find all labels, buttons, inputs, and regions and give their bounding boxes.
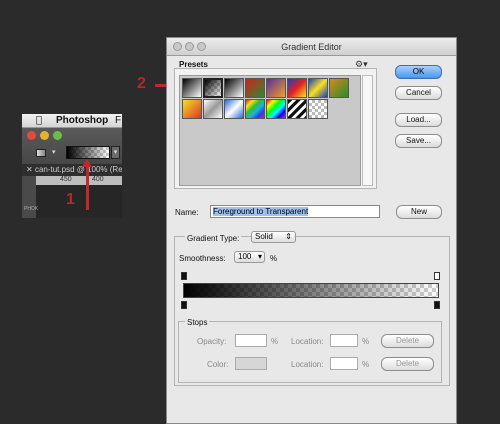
presets-label: Presets xyxy=(179,60,208,69)
preset-copper[interactable] xyxy=(224,99,244,119)
preset-blue-red-yellow[interactable] xyxy=(287,78,307,98)
preset-transparent-rainbow[interactable] xyxy=(287,99,307,119)
zoom-window-button[interactable] xyxy=(53,131,62,140)
annotation-2: 2 xyxy=(137,75,146,92)
gradient-picker-dropdown-icon[interactable]: ▾ xyxy=(111,146,120,159)
tool-preset-dropdown-icon[interactable]: ▾ xyxy=(52,148,56,156)
document-tab-title: can-tut.psd @ 100% (Rect xyxy=(34,165,122,174)
preset-yellow-violet[interactable] xyxy=(182,99,202,119)
stops-panel xyxy=(178,321,442,383)
smoothness-value: 100 xyxy=(238,252,252,261)
select-arrows-icon: ⇕ xyxy=(285,232,292,241)
load-button[interactable]: Load... xyxy=(395,113,442,127)
stops-label: Stops xyxy=(185,318,210,327)
presets-scrollbar[interactable] xyxy=(362,75,373,186)
color-location-unit: % xyxy=(362,360,370,369)
close-window-button[interactable] xyxy=(27,131,36,140)
ok-button[interactable]: OK xyxy=(395,65,442,79)
preset-orange-yellow-orange[interactable] xyxy=(329,78,349,98)
dialog-titlebar: Gradient Editor xyxy=(167,38,456,56)
tools-panel: PHOK xyxy=(22,176,39,218)
opacity-field[interactable] xyxy=(235,334,267,347)
preset-spectrum[interactable] xyxy=(266,99,286,119)
gear-icon[interactable]: ⚙▾ xyxy=(355,60,368,70)
preset-red-green[interactable] xyxy=(245,78,265,98)
opacity-location-unit: % xyxy=(362,337,370,346)
opacity-unit: % xyxy=(271,337,279,346)
color-stop-right[interactable] xyxy=(434,301,440,309)
color-location-label: Location: xyxy=(291,360,324,369)
save-button[interactable]: Save... xyxy=(395,134,442,148)
preset-chrome[interactable] xyxy=(245,99,265,119)
color-stop-left[interactable] xyxy=(181,301,187,309)
opacity-location-field[interactable] xyxy=(330,334,358,347)
dialog-zoom-button[interactable] xyxy=(197,42,206,51)
opacity-location-label: Location: xyxy=(291,337,324,346)
smoothness-label: Smoothness: xyxy=(179,254,226,263)
new-button[interactable]: New xyxy=(396,205,442,219)
chevron-down-icon: ▾ xyxy=(257,252,262,261)
name-field[interactable]: Foreground to Transparent xyxy=(210,205,380,218)
app-menu[interactable]: Photoshop xyxy=(56,115,108,126)
horizontal-ruler: 450 400 xyxy=(36,176,122,185)
menu-bar:  Photoshop F xyxy=(22,114,122,128)
delete-color-stop-button[interactable]: Delete xyxy=(381,357,434,371)
gradient-type-label: Gradient Type: xyxy=(185,234,242,243)
file-menu[interactable]: F xyxy=(115,115,121,126)
minimize-window-button[interactable] xyxy=(40,131,49,140)
dialog-minimize-button[interactable] xyxy=(185,42,194,51)
preset-transparent[interactable] xyxy=(308,99,328,119)
document-tab[interactable]: ✕ can-tut.psd @ 100% (Rect xyxy=(22,164,122,176)
smoothness-select[interactable]: 100 ▾ xyxy=(234,251,265,263)
close-tab-icon[interactable]: ✕ xyxy=(26,165,35,174)
gradient-preview-bar[interactable] xyxy=(183,283,439,298)
gradient-type-value: Solid xyxy=(255,232,273,241)
preset-violet-orange[interactable] xyxy=(266,78,286,98)
gradient-swatch[interactable] xyxy=(66,146,110,159)
gradient-tool-icon[interactable] xyxy=(36,149,46,157)
cancel-button[interactable]: Cancel xyxy=(395,86,442,100)
preset-foreground-background[interactable] xyxy=(182,78,202,98)
ruler-tick-400: 400 xyxy=(92,176,104,183)
annotation-1: 1 xyxy=(66,191,75,208)
annotation-arrow-1 xyxy=(82,159,92,210)
color-swatch-field[interactable] xyxy=(235,357,267,370)
gradient-type-select[interactable]: Solid ⇕ xyxy=(251,231,296,243)
color-label: Color: xyxy=(207,360,229,369)
preset-blue-yellow-blue[interactable] xyxy=(308,78,328,98)
apple-icon[interactable]:  xyxy=(36,115,42,126)
smoothness-unit: % xyxy=(270,254,278,263)
opacity-stop-right[interactable] xyxy=(434,272,440,280)
gradient-editor-dialog: Gradient Editor Presets ⚙▾ OK Cancel Loa… xyxy=(166,37,457,424)
name-field-value: Foreground to Transparent xyxy=(213,207,309,216)
delete-opacity-stop-button[interactable]: Delete xyxy=(381,334,434,348)
name-label: Name: xyxy=(175,208,199,217)
dialog-close-button[interactable] xyxy=(173,42,182,51)
preset-transparent-stripes[interactable] xyxy=(203,99,223,119)
presets-grid xyxy=(179,75,361,186)
opacity-label: Opacity: xyxy=(197,337,227,346)
preset-foreground-transparent[interactable] xyxy=(203,78,223,98)
dialog-title: Gradient Editor xyxy=(281,42,342,52)
tools-panel-label: PHOK xyxy=(24,206,39,212)
color-location-field[interactable] xyxy=(330,357,358,370)
preset-black-white[interactable] xyxy=(224,78,244,98)
opacity-stop-left[interactable] xyxy=(181,272,187,280)
ruler-tick-450: 450 xyxy=(60,176,72,183)
